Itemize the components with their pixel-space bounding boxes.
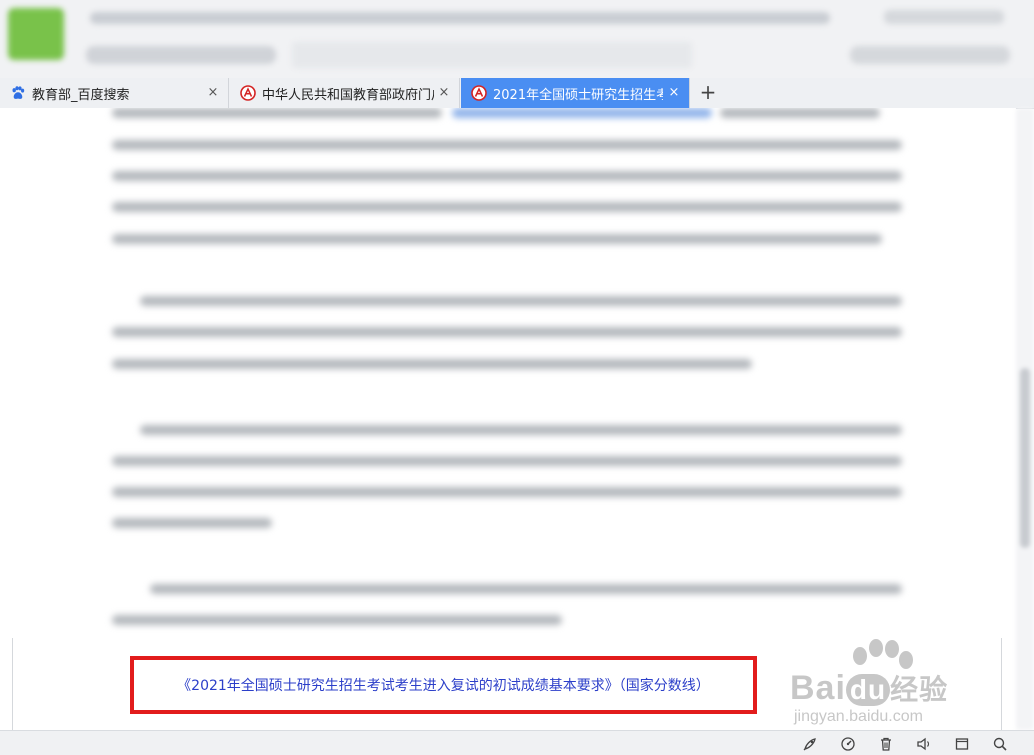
watermark-brand: Bai — [790, 669, 846, 707]
tab-close-icon[interactable]: × — [206, 85, 220, 100]
browser-window: 教育部_百度搜索 × 中华人民共和国教育部政府门户 × 2021年全国硕士研究生… — [0, 0, 1034, 755]
tab-moe-portal[interactable]: 中华人民共和国教育部政府门户 × — [230, 78, 460, 108]
browser-logo-icon — [8, 8, 64, 60]
tab-baidu-search[interactable]: 教育部_百度搜索 × — [0, 78, 229, 108]
trash-icon[interactable] — [876, 734, 896, 754]
status-bar — [0, 730, 1034, 755]
rocket-icon[interactable] — [800, 734, 820, 754]
moe-emblem-icon — [240, 85, 256, 101]
content-border-left — [12, 638, 13, 730]
vertical-scrollbar[interactable] — [1016, 108, 1034, 730]
toolbar-icons-blurred[interactable] — [850, 46, 1010, 64]
watermark-brand-du: du — [845, 674, 891, 706]
tab-close-icon[interactable]: × — [437, 85, 451, 100]
watermark-url: jingyan.baidu.com — [794, 708, 923, 725]
volume-icon[interactable] — [914, 734, 934, 754]
national-score-line-link[interactable]: 《2021年全国硕士研究生招生考试考生进入复试的初试成绩基本要求》（国家分数线） — [177, 675, 710, 695]
blurred-chrome-content — [0, 0, 1034, 78]
tab-close-icon[interactable]: × — [667, 85, 681, 100]
content-border-right — [1001, 638, 1002, 730]
speed-dial-icon[interactable] — [838, 734, 858, 754]
tab-admission-notice[interactable]: 2021年全国硕士研究生招生考试 × — [461, 78, 690, 108]
window-title-blurred — [90, 12, 830, 24]
watermark-product: 经验 — [890, 673, 949, 706]
blurred-article-text — [0, 108, 1016, 638]
address-bar-blurred[interactable] — [292, 42, 692, 68]
tab-strip: 教育部_百度搜索 × 中华人民共和国教育部政府门户 × 2021年全国硕士研究生… — [0, 78, 1034, 109]
window-icon[interactable] — [952, 734, 972, 754]
baidu-jingyan-watermark: Bai du 经验 jingyan.baidu.com — [786, 636, 986, 728]
scrollbar-thumb[interactable] — [1020, 368, 1030, 548]
new-tab-button[interactable]: + — [696, 80, 720, 104]
tab-title: 中华人民共和国教育部政府门户 — [262, 87, 434, 103]
navigation-buttons-blurred[interactable] — [86, 46, 276, 64]
highlight-annotation-box: 《2021年全国硕士研究生招生考试考生进入复试的初试成绩基本要求》（国家分数线） — [130, 656, 757, 714]
browser-top-chrome — [0, 0, 1034, 78]
baidu-paw-icon — [10, 85, 26, 101]
window-controls-blurred[interactable] — [884, 10, 1004, 24]
tab-title: 2021年全国硕士研究生招生考试 — [493, 87, 663, 103]
tab-title: 教育部_百度搜索 — [32, 87, 130, 103]
page-content: 《2021年全国硕士研究生招生考试考生进入复试的初试成绩基本要求》（国家分数线）… — [0, 108, 1016, 730]
moe-emblem-icon — [471, 85, 487, 101]
search-icon[interactable] — [990, 734, 1010, 754]
